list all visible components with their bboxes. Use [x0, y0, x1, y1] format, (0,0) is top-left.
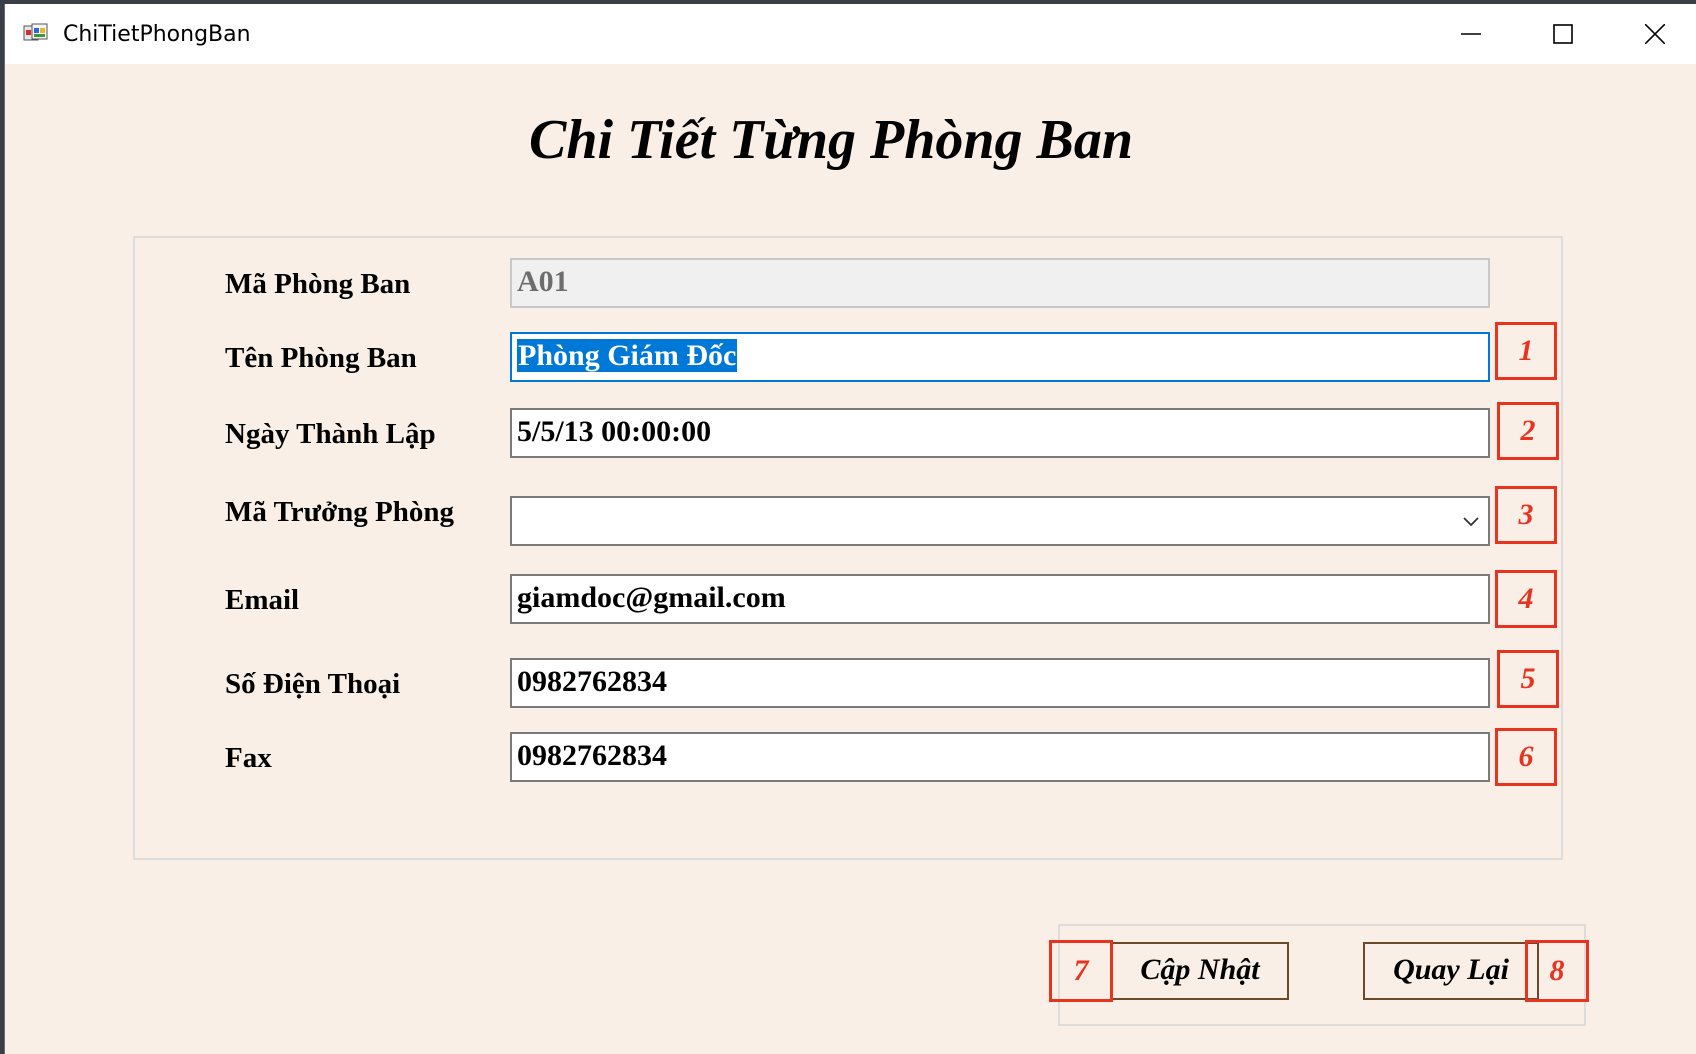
- badge-7: 7: [1049, 940, 1113, 1002]
- cap-nhat-button[interactable]: Cập Nhật: [1111, 942, 1289, 1000]
- label-fax: Fax: [225, 742, 272, 774]
- label-email: Email: [225, 584, 300, 616]
- maximize-button[interactable]: [1517, 4, 1609, 64]
- maximize-icon: [1553, 24, 1573, 44]
- badge-5: 5: [1497, 650, 1559, 708]
- badge-4: 4: [1495, 570, 1557, 628]
- label-ten-phong-ban: Tên Phòng Ban: [225, 342, 417, 374]
- badge-1: 1: [1495, 322, 1557, 380]
- badge-3: 3: [1495, 486, 1557, 544]
- minimize-button[interactable]: [1425, 4, 1517, 64]
- selected-text: Phòng Giám Đốc: [517, 339, 738, 372]
- quay-lai-button[interactable]: Quay Lại: [1363, 942, 1539, 1000]
- badge-6: 6: [1495, 728, 1557, 786]
- badge-2: 2: [1497, 402, 1559, 460]
- label-ma-truong-phong: Mã Trưởng Phòng: [225, 496, 454, 528]
- email-field[interactable]: giamdoc@gmail.com: [510, 574, 1490, 624]
- so-dien-thoai-field[interactable]: 0982762834: [510, 658, 1490, 708]
- ma-truong-phong-select[interactable]: [510, 496, 1490, 546]
- label-ngay-thanh-lap: Ngày Thành Lập: [225, 418, 436, 450]
- ngay-thanh-lap-field[interactable]: 5/5/13 00:00:00: [510, 408, 1490, 458]
- page-title: Chi Tiết Từng Phòng Ban: [528, 109, 1134, 171]
- app-icon: [23, 23, 48, 41]
- close-button[interactable]: [1609, 4, 1696, 64]
- label-so-dien-thoai: Số Điện Thoại: [225, 668, 401, 700]
- app-window: ChiTietPhongBan Chi Tiết Từng Phòng Ban …: [4, 4, 1696, 1054]
- ma-phong-ban-field: A01: [510, 258, 1490, 308]
- minimize-icon: [1461, 33, 1481, 35]
- ten-phong-ban-field[interactable]: Phòng Giám Đốc: [510, 332, 1490, 382]
- label-ma-phong-ban: Mã Phòng Ban: [225, 268, 411, 300]
- window-title: ChiTietPhongBan: [63, 22, 251, 47]
- title-bar: ChiTietPhongBan: [5, 4, 1696, 64]
- close-icon: [1645, 24, 1665, 44]
- chevron-down-icon[interactable]: [1462, 512, 1480, 530]
- fax-field[interactable]: 0982762834: [510, 732, 1490, 782]
- badge-8: 8: [1525, 940, 1589, 1002]
